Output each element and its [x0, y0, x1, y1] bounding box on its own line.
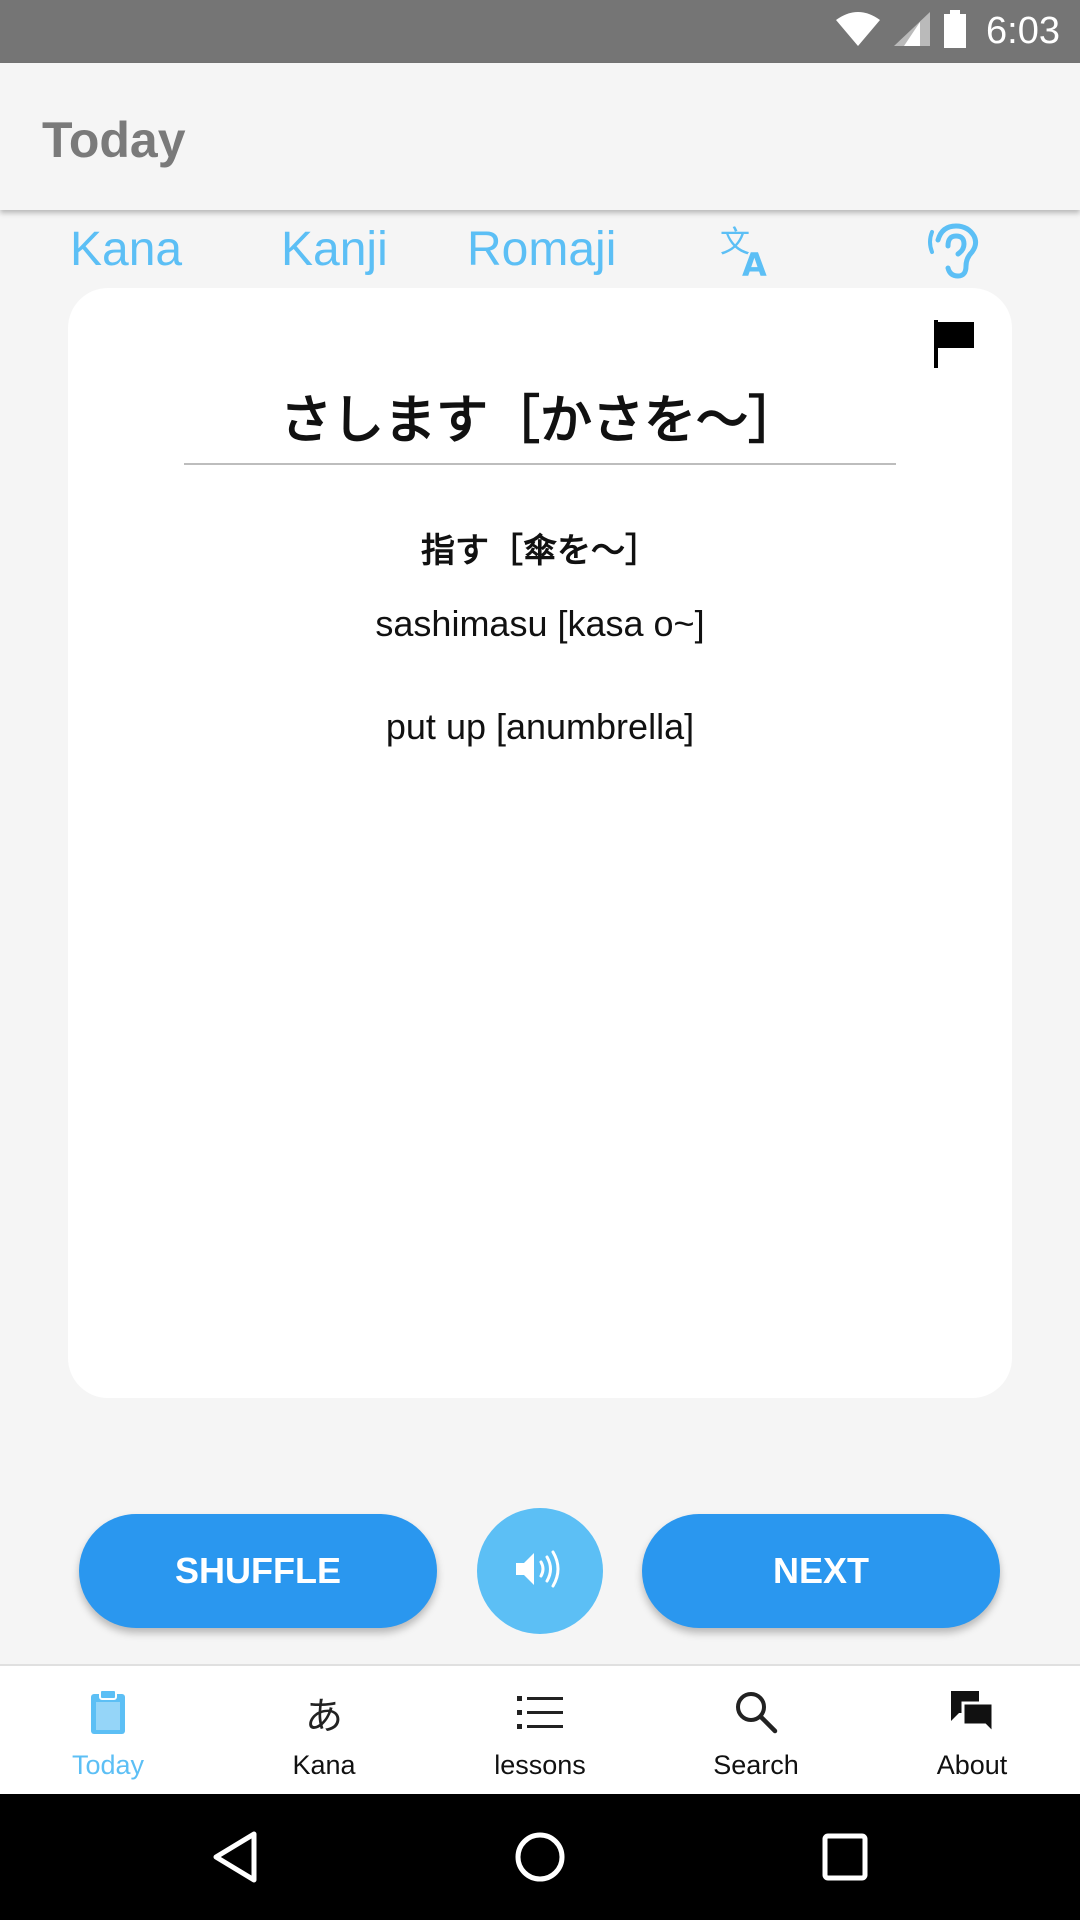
page-title: Today [42, 112, 186, 168]
nav-item-about[interactable]: About [864, 1666, 1080, 1794]
nav-label-about: About [936, 1750, 1008, 1780]
app-bar: Today [0, 63, 1080, 210]
bottom-navigation: Today あ Kana lessons Search About [0, 1664, 1080, 1794]
card-romaji: sashimasu [kasa o~] [375, 603, 705, 644]
shuffle-button[interactable]: SHUFFLE [79, 1514, 437, 1628]
recents-icon[interactable] [820, 1830, 870, 1889]
screen: 6:03 Today Kana Kanji Romaji 文 A さします［かさ… [0, 0, 1080, 1920]
card-meaning: put up [anumbrella] [385, 706, 695, 747]
flash-card: さします［かさを～］ 指す［傘を～］ sashimasu [kasa o~] p… [68, 288, 1012, 1398]
system-navigation-bar [0, 1794, 1080, 1920]
status-bar: 6:03 [0, 0, 1080, 63]
list-icon [517, 1684, 563, 1740]
signal-icon [894, 12, 931, 51]
kana-glyph: あ [304, 1693, 343, 1738]
wifi-icon [836, 12, 881, 51]
nav-label-kana: Kana [292, 1750, 356, 1780]
mode-kanji-button[interactable]: Kanji [281, 222, 388, 277]
card-kanji: 指す［傘を～］ [421, 531, 659, 571]
chat-icon [949, 1684, 995, 1740]
next-button[interactable]: NEXT [642, 1514, 1000, 1628]
search-icon [734, 1684, 778, 1740]
display-mode-bar: Kana Kanji Romaji 文 A [0, 210, 1080, 290]
back-icon[interactable] [210, 1830, 260, 1889]
battery-icon [944, 10, 967, 53]
status-time: 6:03 [986, 10, 1060, 52]
card-divider [184, 463, 896, 465]
flag-icon[interactable] [932, 318, 976, 375]
kana-icon: あ [305, 1684, 343, 1740]
nav-item-lessons[interactable]: lessons [432, 1666, 648, 1794]
card-kana: さします［かさを～］ [279, 391, 800, 451]
nav-label-lessons: lessons [494, 1750, 586, 1780]
nav-label-search: Search [713, 1750, 799, 1780]
volume-icon [514, 1549, 566, 1594]
nav-label-today: Today [71, 1750, 145, 1780]
clipboard-icon [90, 1684, 126, 1740]
hearing-icon[interactable] [928, 222, 984, 285]
status-icons: 6:03 [836, 0, 1060, 63]
svg-text:A: A [742, 246, 767, 280]
nav-item-search[interactable]: Search [648, 1666, 864, 1794]
nav-item-kana[interactable]: あ Kana [216, 1666, 432, 1794]
mode-kana-button[interactable]: Kana [70, 222, 182, 277]
translate-icon[interactable]: 文 A [718, 222, 776, 285]
nav-item-today[interactable]: Today [0, 1666, 216, 1794]
play-sound-button[interactable] [477, 1508, 603, 1634]
mode-romaji-button[interactable]: Romaji [467, 222, 616, 277]
home-icon[interactable] [513, 1830, 567, 1889]
